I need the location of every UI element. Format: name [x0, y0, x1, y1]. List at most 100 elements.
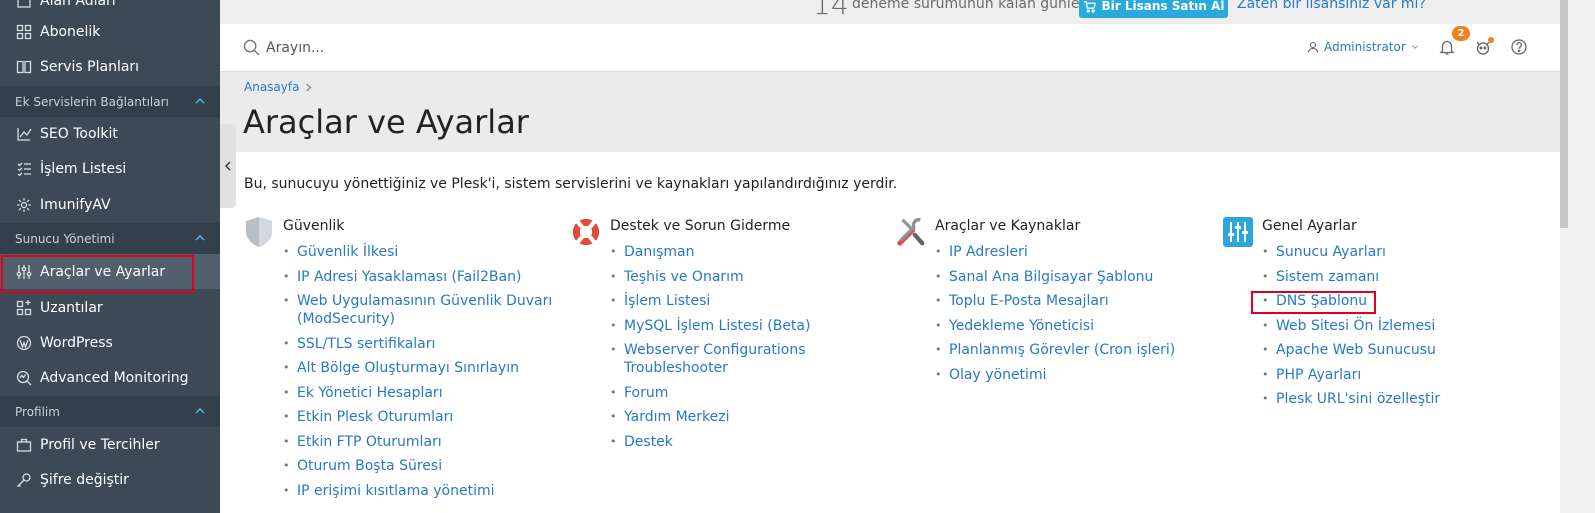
link-active-ftp-sessions[interactable]: Etkin FTP Oturumları [283, 433, 553, 451]
link-customize-plesk-url[interactable]: Plesk URL'sini özelleştir [1262, 390, 1532, 408]
column-title: Araçlar ve Kaynaklar [935, 218, 1081, 234]
sidebar-item-service-plans[interactable]: Servis Planları [0, 49, 220, 84]
link-event-manager[interactable]: Olay yönetimi [935, 366, 1205, 384]
sidebar-item-label: WordPress [40, 334, 113, 351]
sidebar-item-label: ImunifyAV [40, 196, 111, 213]
link-backup-manager[interactable]: Yedekleme Yöneticisi [935, 317, 1205, 335]
link-vhost-template[interactable]: Sanal Ana Bilgisayar Şablonu [935, 268, 1205, 286]
sidebar-item-change-password[interactable]: Şifre değiştir [0, 462, 220, 497]
link-session-idle-time[interactable]: Oturum Boşta Süresi [283, 457, 553, 475]
link-process-list[interactable]: İşlem Listesi [610, 292, 880, 310]
link-diagnose-repair[interactable]: Teşhis ve Onarım [610, 268, 880, 286]
extensions-icon [16, 299, 32, 316]
status-dot [1488, 37, 1494, 43]
chevron-left-icon [225, 161, 231, 171]
gear-icon [16, 197, 32, 213]
link-forum[interactable]: Forum [610, 384, 880, 402]
help-icon[interactable] [1510, 38, 1528, 56]
link-apache-web-server[interactable]: Apache Web Sunucusu [1262, 341, 1532, 359]
briefcase-icon [16, 437, 32, 453]
domains-icon [16, 0, 32, 9]
section-server-management[interactable]: Sunucu Yönetimi [0, 223, 220, 254]
trial-text: deneme sürümünün kalan günleri [852, 0, 1090, 12]
link-help-center[interactable]: Yardım Merkezi [610, 408, 880, 426]
sidebar-item-wordpress[interactable]: WordPress [0, 325, 220, 360]
sidebar-item-extensions[interactable]: Uzantılar [0, 290, 220, 325]
link-list: IP Adresleri Sanal Ana Bilgisayar Şablon… [935, 243, 1205, 390]
sidebar-item-advanced-monitoring[interactable]: Advanced Monitoring [0, 360, 220, 395]
buy-license-button[interactable]: Bir Lisans Satın Al [1079, 0, 1228, 18]
section-my-profile[interactable]: Profilim [0, 396, 220, 427]
highlight-dns-template [1251, 291, 1376, 314]
page-description: Bu, sunucuyu yönettiğiniz ve Plesk'i, si… [244, 176, 898, 192]
chevron-up-icon [195, 98, 205, 104]
link-security-policy[interactable]: Güvenlik İlkesi [283, 243, 553, 261]
shield-icon [246, 217, 272, 247]
link-subzone-restriction[interactable]: Alt Bölge Oluşturmayı Sınırlayın [283, 359, 553, 377]
page-title: Araçlar ve Ayarlar [243, 103, 529, 141]
sidebar-item-label: Alan Adları [40, 0, 116, 9]
column-title: Destek ve Sorun Giderme [610, 218, 791, 234]
settings-panel-icon [1223, 217, 1253, 247]
breadcrumb-home[interactable]: Anasayfa [244, 80, 299, 94]
scrollbar-thumb[interactable] [1560, 0, 1568, 228]
breadcrumb: Anasayfa [244, 80, 312, 94]
chart-icon [16, 126, 32, 142]
tools-icon [897, 217, 925, 246]
top-header: Administrator 2 [220, 24, 1560, 72]
sidebar-item-imunifyav[interactable]: ImunifyAV [0, 187, 220, 222]
link-ssl-certificates[interactable]: SSL/TLS sertifikaları [283, 335, 553, 353]
link-php-settings[interactable]: PHP Ayarları [1262, 366, 1532, 384]
link-webserver-troubleshooter[interactable]: Webserver Configurations Troubleshooter [610, 341, 880, 377]
section-extensions-links[interactable]: Ek Servislerin Bağlantıları [0, 86, 220, 117]
sidebar: Alan Adları Abonelik Servis Planları Ek … [0, 0, 220, 513]
lifebuoy-icon [572, 218, 600, 246]
monitoring-icon [16, 370, 32, 386]
link-ip-addresses[interactable]: IP Adresleri [935, 243, 1205, 261]
link-additional-admins[interactable]: Ek Yönetici Hesapları [283, 384, 553, 402]
sidebar-item-label: Uzantılar [40, 299, 103, 316]
chevron-up-icon [195, 408, 205, 414]
section-label: Sunucu Yönetimi [15, 231, 115, 246]
link-website-preview[interactable]: Web Sitesi Ön İzlemesi [1262, 317, 1532, 335]
user-name: Administrator [1324, 40, 1406, 54]
chevron-down-icon [1411, 45, 1418, 49]
sidebar-item-subscriptions[interactable]: Abonelik [0, 14, 220, 49]
list-icon [16, 161, 32, 177]
link-modsecurity[interactable]: Web Uygulamasının Güvenlik Duvarı (ModSe… [283, 292, 553, 328]
chevron-right-icon [306, 83, 312, 91]
search-icon [243, 39, 260, 56]
book-icon [16, 59, 32, 75]
link-mass-email[interactable]: Toplu E-Posta Mesajları [935, 292, 1205, 310]
link-support[interactable]: Destek [610, 433, 880, 451]
trial-banner: 14 deneme sürümünün kalan günleri Bir Li… [220, 0, 1560, 24]
sidebar-item-process-list[interactable]: İşlem Listesi [0, 151, 220, 186]
link-list: Danışman Teşhis ve Onarım İşlem Listesi … [610, 243, 880, 457]
key-icon [16, 472, 32, 488]
link-scheduled-tasks[interactable]: Planlanmış Görevler (Cron işleri) [935, 341, 1205, 359]
sidebar-item-label: Abonelik [40, 23, 101, 40]
sidebar-collapse-button[interactable] [220, 124, 236, 208]
bell-icon[interactable] [1438, 38, 1456, 56]
user-menu[interactable]: Administrator [1307, 40, 1419, 54]
notifications-badge: 2 [1452, 26, 1470, 41]
sidebar-item-profile-preferences[interactable]: Profil ve Tercihler [0, 427, 220, 462]
link-server-settings[interactable]: Sunucu Ayarları [1262, 243, 1532, 261]
search-input[interactable] [266, 36, 566, 60]
link-ip-access-restriction[interactable]: IP erişimi kısıtlama yönetimi [283, 482, 553, 500]
link-active-plesk-sessions[interactable]: Etkin Plesk Oturumları [283, 408, 553, 426]
trial-days: 14 [813, 0, 849, 21]
sidebar-item-label: Servis Planları [40, 58, 140, 75]
have-license-link[interactable]: Zaten bir lisansınız var mı? [1237, 0, 1426, 12]
link-fail2ban[interactable]: IP Adresi Yasaklaması (Fail2Ban) [283, 268, 553, 286]
wordpress-icon [16, 335, 32, 351]
sidebar-item-label: Şifre değiştir [40, 471, 129, 488]
column-title: Güvenlik [283, 218, 345, 234]
link-mysql-process-list[interactable]: MySQL İşlem Listesi (Beta) [610, 317, 880, 335]
link-system-time[interactable]: Sistem zamanı [1262, 268, 1532, 286]
sidebar-item-label: SEO Toolkit [40, 125, 118, 142]
link-advisor[interactable]: Danışman [610, 243, 880, 261]
section-label: Profilim [15, 404, 60, 419]
sidebar-item-label: Advanced Monitoring [40, 369, 189, 386]
sidebar-item-seo-toolkit[interactable]: SEO Toolkit [0, 116, 220, 151]
